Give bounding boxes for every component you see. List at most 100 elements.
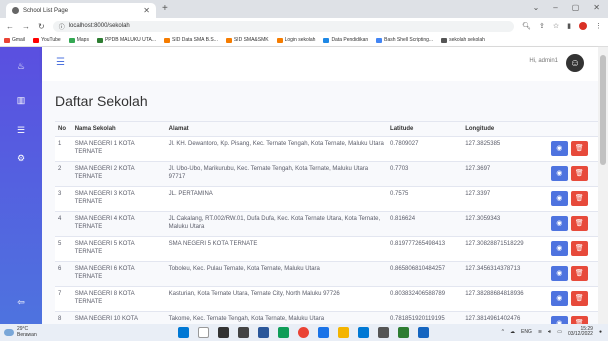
app-icon[interactable]: [318, 327, 329, 338]
cell-latitude: 0.7703: [387, 161, 463, 187]
reload-icon[interactable]: ↻: [38, 22, 45, 31]
menu-icon[interactable]: ⋮: [595, 22, 602, 30]
app-icon[interactable]: [398, 327, 409, 338]
bookmark-item[interactable]: PPDB MALUKU UTA...: [96, 37, 156, 43]
url-input[interactable]: ⓘ localhost:8000/sekolah: [52, 20, 515, 32]
delete-button[interactable]: 🗑︎: [570, 241, 588, 256]
window-controls: ⌄ – ▢ ✕: [533, 3, 600, 12]
cloud-sync-icon[interactable]: ☁: [510, 329, 515, 335]
table-row: 6 SMA NEGERI 6 KOTA TERNATE Toboleu, Kec…: [55, 261, 598, 287]
edge-icon[interactable]: [278, 327, 289, 338]
profile-icon[interactable]: [579, 22, 587, 30]
search-icon[interactable]: [198, 327, 209, 338]
cell-longitude: 127.3059343: [462, 211, 548, 237]
bookmark-item[interactable]: sekolah sekolah: [441, 37, 485, 43]
windows-start-icon[interactable]: [178, 327, 189, 338]
task-view-icon[interactable]: [218, 327, 229, 338]
cell-actions: ◉ 🗑︎: [547, 211, 598, 237]
bookmark-item[interactable]: SID Data SMA B.S...: [163, 37, 218, 43]
bookmark-icon: [276, 37, 283, 43]
view-button[interactable]: ◉: [550, 216, 568, 231]
new-tab-icon[interactable]: +: [162, 3, 168, 14]
logout-icon[interactable]: ⇦: [15, 297, 27, 308]
language[interactable]: ENG: [521, 329, 532, 335]
view-button[interactable]: ◉: [550, 166, 568, 181]
view-button[interactable]: ◉: [550, 266, 568, 281]
zoom-icon[interactable]: 🔍︎: [522, 22, 531, 30]
dashboard-icon[interactable]: ▥: [15, 95, 27, 106]
table-header-row: No Nama Sekolah Alamat Latitude Longitud…: [55, 121, 598, 137]
weather-widget[interactable]: 29°C Berawan: [4, 326, 37, 338]
vscode-icon[interactable]: [358, 327, 369, 338]
minimize-icon[interactable]: –: [553, 3, 557, 12]
delete-button[interactable]: 🗑︎: [570, 266, 588, 281]
cell-actions: ◉ 🗑︎: [547, 311, 598, 324]
settings-icon[interactable]: ⚙: [15, 153, 27, 164]
sidepanel-icon[interactable]: ▮: [567, 22, 571, 30]
browser-tab[interactable]: School List Page ✕: [6, 3, 156, 18]
header-alamat: Alamat: [165, 121, 388, 137]
store-icon[interactable]: [258, 327, 269, 338]
cell-latitude: 0.7809027: [387, 136, 463, 162]
forward-icon[interactable]: →: [22, 22, 30, 31]
bookmark-item[interactable]: Login sekolah: [276, 37, 315, 43]
delete-button[interactable]: 🗑︎: [570, 166, 588, 181]
bookmark-item[interactable]: SID SMA&SMK: [225, 37, 269, 43]
view-button[interactable]: ◉: [550, 316, 568, 324]
bookmark-item[interactable]: Maps: [68, 37, 89, 43]
file-explorer-icon[interactable]: [338, 327, 349, 338]
chrome-icon[interactable]: [298, 327, 309, 338]
cell-actions: ◉ 🗑︎: [547, 136, 598, 162]
widgets-icon[interactable]: [238, 327, 249, 338]
cell-longitude: 127.3814961402476: [462, 311, 548, 324]
cell-latitude: 0.816624: [387, 211, 463, 237]
cell-alamat: JL Cakalang, RT.002/RW.01, Dufa Dufa, Ke…: [165, 211, 388, 237]
bookmark-item[interactable]: Bash Shell Scripting...: [376, 37, 433, 43]
volume-icon[interactable]: 🔊︎: [548, 329, 551, 335]
page-scrollbar[interactable]: [598, 47, 608, 324]
scrollbar-thumb[interactable]: [600, 55, 606, 165]
app-icon[interactable]: [418, 327, 429, 338]
gmail-icon: [4, 37, 10, 43]
tab-close-icon[interactable]: ✕: [143, 6, 150, 15]
chevron-down-icon[interactable]: ⌄: [533, 3, 540, 12]
cell-nama: SMA NEGERI 2 KOTA TERNATE: [71, 161, 166, 187]
delete-button[interactable]: 🗑︎: [570, 291, 588, 306]
weather-status: Berawan: [17, 332, 37, 338]
terminal-icon[interactable]: [378, 327, 389, 338]
cell-nama: SMA NEGERI 8 KOTA TERNATE: [71, 286, 166, 312]
page-title: Daftar Sekolah: [55, 93, 148, 109]
delete-button[interactable]: 🗑︎: [570, 316, 588, 324]
delete-button[interactable]: 🗑︎: [570, 141, 588, 156]
bookmark-item[interactable]: Data Pendidikan: [323, 37, 368, 43]
bookmark-item[interactable]: YouTube: [33, 37, 61, 43]
notification-icon[interactable]: ●: [599, 329, 602, 335]
chevron-up-icon[interactable]: ^: [502, 329, 504, 335]
delete-button[interactable]: 🗑︎: [570, 216, 588, 231]
view-button[interactable]: ◉: [550, 241, 568, 256]
eye-icon: ◉: [556, 144, 563, 152]
list-icon[interactable]: ☰: [15, 125, 27, 136]
share-icon[interactable]: ⇪: [539, 22, 545, 30]
maximize-icon[interactable]: ▢: [572, 3, 580, 12]
avatar[interactable]: ☺: [566, 54, 584, 72]
battery-icon[interactable]: ▭: [557, 329, 562, 335]
clock[interactable]: 15:29 03/12/2022: [568, 327, 593, 337]
cell-no: 8: [55, 311, 72, 324]
star-icon[interactable]: ☆: [553, 22, 559, 30]
view-button[interactable]: ◉: [550, 191, 568, 206]
cell-alamat: JL. PERTAMINA: [165, 186, 388, 212]
eye-icon: ◉: [556, 294, 563, 302]
back-icon[interactable]: ←: [6, 22, 14, 31]
sidebar-toggle-icon[interactable]: ☰: [56, 57, 65, 68]
view-button[interactable]: ◉: [550, 291, 568, 306]
bookmark-item[interactable]: Gmail: [4, 37, 25, 43]
view-button[interactable]: ◉: [550, 141, 568, 156]
bookmark-icon: [163, 37, 170, 43]
brand-logo-icon[interactable]: ♨: [15, 61, 27, 72]
delete-button[interactable]: 🗑︎: [570, 191, 588, 206]
wifi-icon[interactable]: ≋: [538, 329, 542, 335]
close-window-icon[interactable]: ✕: [593, 3, 600, 12]
trash-icon: 🗑︎: [574, 144, 584, 152]
user-name[interactable]: Hi, admin1: [529, 58, 558, 64]
